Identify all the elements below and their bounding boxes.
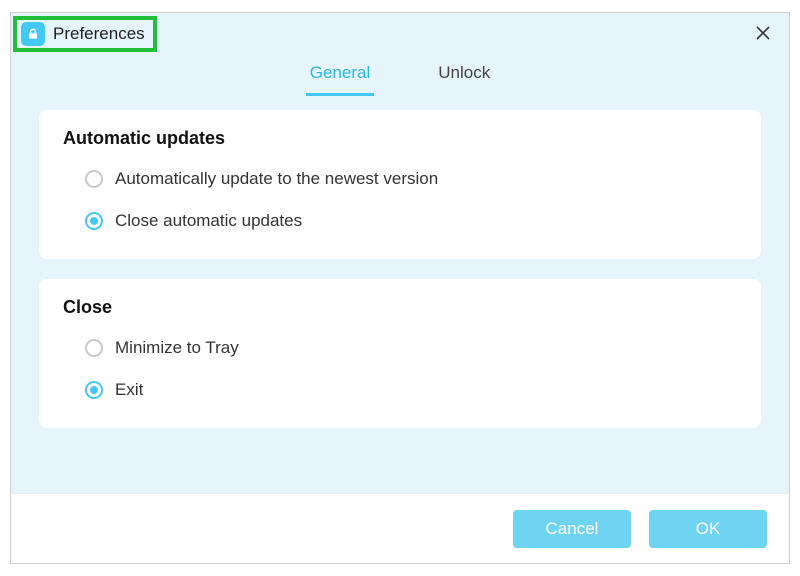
radio-icon bbox=[85, 381, 103, 399]
option-auto-update-on[interactable]: Automatically update to the newest versi… bbox=[63, 163, 737, 195]
footer: Cancel OK bbox=[11, 493, 789, 563]
radio-icon bbox=[85, 339, 103, 357]
radio-icon bbox=[85, 212, 103, 230]
section-automatic-updates: Automatic updates Automatically update t… bbox=[39, 110, 761, 259]
option-label: Automatically update to the newest versi… bbox=[115, 169, 438, 189]
window-title: Preferences bbox=[53, 24, 145, 44]
section-close: Close Minimize to Tray Exit bbox=[39, 279, 761, 428]
ok-button[interactable]: OK bbox=[649, 510, 767, 548]
radio-icon bbox=[85, 170, 103, 188]
section-title-updates: Automatic updates bbox=[63, 128, 737, 149]
option-label: Close automatic updates bbox=[115, 211, 302, 231]
option-minimize-to-tray[interactable]: Minimize to Tray bbox=[63, 332, 737, 364]
option-label: Exit bbox=[115, 380, 143, 400]
content: Automatic updates Automatically update t… bbox=[11, 96, 789, 493]
option-auto-update-off[interactable]: Close automatic updates bbox=[63, 205, 737, 237]
title-highlight-box: Preferences bbox=[13, 16, 157, 52]
tabs: General Unlock bbox=[11, 53, 789, 96]
titlebar: Preferences bbox=[11, 13, 789, 53]
lock-icon bbox=[21, 22, 45, 46]
option-label: Minimize to Tray bbox=[115, 338, 239, 358]
option-exit[interactable]: Exit bbox=[63, 374, 737, 406]
cancel-button[interactable]: Cancel bbox=[513, 510, 631, 548]
tab-unlock[interactable]: Unlock bbox=[434, 57, 494, 96]
section-title-close: Close bbox=[63, 297, 737, 318]
preferences-window: Preferences General Unlock Automatic upd… bbox=[10, 12, 790, 564]
tab-general[interactable]: General bbox=[306, 57, 374, 96]
close-icon[interactable] bbox=[743, 13, 783, 53]
